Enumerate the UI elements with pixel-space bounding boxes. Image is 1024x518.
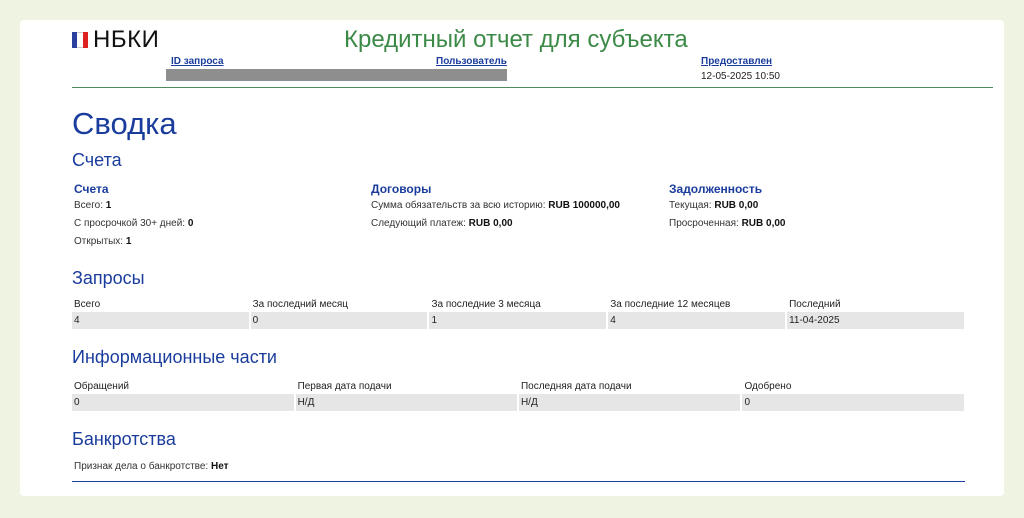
table-cell: 1 — [429, 312, 607, 329]
contracts-next-payment: Следующий платеж: RUB 0,00 — [371, 218, 513, 229]
footer-divider — [72, 481, 965, 482]
header-divider — [72, 87, 993, 88]
table-cell: Н/Д — [518, 394, 741, 411]
provided-label: Предоставлен — [701, 56, 773, 67]
table-cell: 0 — [250, 312, 428, 329]
table-header-row: Всего За последний месяц За последние 3 … — [72, 296, 964, 312]
column-header: Последний — [789, 298, 841, 310]
accounts-section-title: Счета — [72, 150, 122, 170]
brand-name: НБКИ — [93, 26, 160, 53]
request-id-label: ID запроса — [171, 56, 224, 67]
table-cell: Н/Д — [295, 394, 517, 411]
accounts-overdue: С просрочкой 30+ дней: 0 — [74, 218, 194, 229]
column-header: Последняя дата подачи — [520, 380, 632, 392]
provided-value: 12-05-2025 10:50 — [701, 71, 780, 82]
report-card: НБКИ Кредитный отчет для субъекта ID зап… — [20, 20, 1004, 496]
column-header: За последние 12 месяцев — [610, 298, 731, 310]
column-header: Всего — [74, 298, 101, 310]
info-parts-title: Информационные части — [72, 347, 277, 367]
table-cell: 0 — [742, 394, 964, 411]
inquiries-title: Запросы — [72, 268, 145, 288]
nbki-logo: НБКИ — [72, 26, 159, 54]
contracts-title: Договоры — [371, 182, 432, 196]
table-row: 4 0 1 4 11-04-2025 — [72, 312, 964, 329]
table-cell: 4 — [608, 312, 786, 329]
column-header: Одобрено — [744, 380, 792, 392]
redacted-block — [166, 69, 507, 81]
debt-current: Текущая: RUB 0,00 — [669, 200, 759, 211]
inquiries-table: Всего За последний месяц За последние 3 … — [70, 296, 966, 329]
column-header: За последний месяц — [252, 298, 349, 310]
accounts-open: Открытых: 1 — [74, 236, 132, 247]
contracts-history: Сумма обязательств за всю историю: RUB 1… — [371, 200, 620, 211]
info-parts-table: Обращений Первая дата подачи Последняя д… — [70, 378, 966, 411]
debt-title: Задолженность — [669, 182, 763, 196]
column-header: Первая дата подачи — [297, 380, 392, 392]
table-header-row: Обращений Первая дата подачи Последняя д… — [72, 378, 964, 394]
flag-icon — [72, 32, 88, 48]
summary-title: Сводка — [72, 106, 177, 141]
bankruptcy-title: Банкротства — [72, 429, 176, 449]
accounts-total: Всего: 1 — [74, 200, 112, 211]
debt-overdue: Просроченная: RUB 0,00 — [669, 218, 786, 229]
bankruptcy-flag: Признак дела о банкротстве: Нет — [74, 461, 229, 472]
table-cell: 11-04-2025 — [787, 312, 964, 329]
report-title: Кредитный отчет для субъекта — [344, 26, 688, 53]
table-row: 0 Н/Д Н/Д 0 — [72, 394, 964, 411]
column-header: За последние 3 месяца — [431, 298, 541, 310]
table-cell: 4 — [72, 312, 249, 329]
accounts-title: Счета — [74, 182, 109, 196]
column-header: Обращений — [74, 380, 129, 392]
user-label: Пользователь — [436, 56, 507, 67]
table-cell: 0 — [72, 394, 294, 411]
